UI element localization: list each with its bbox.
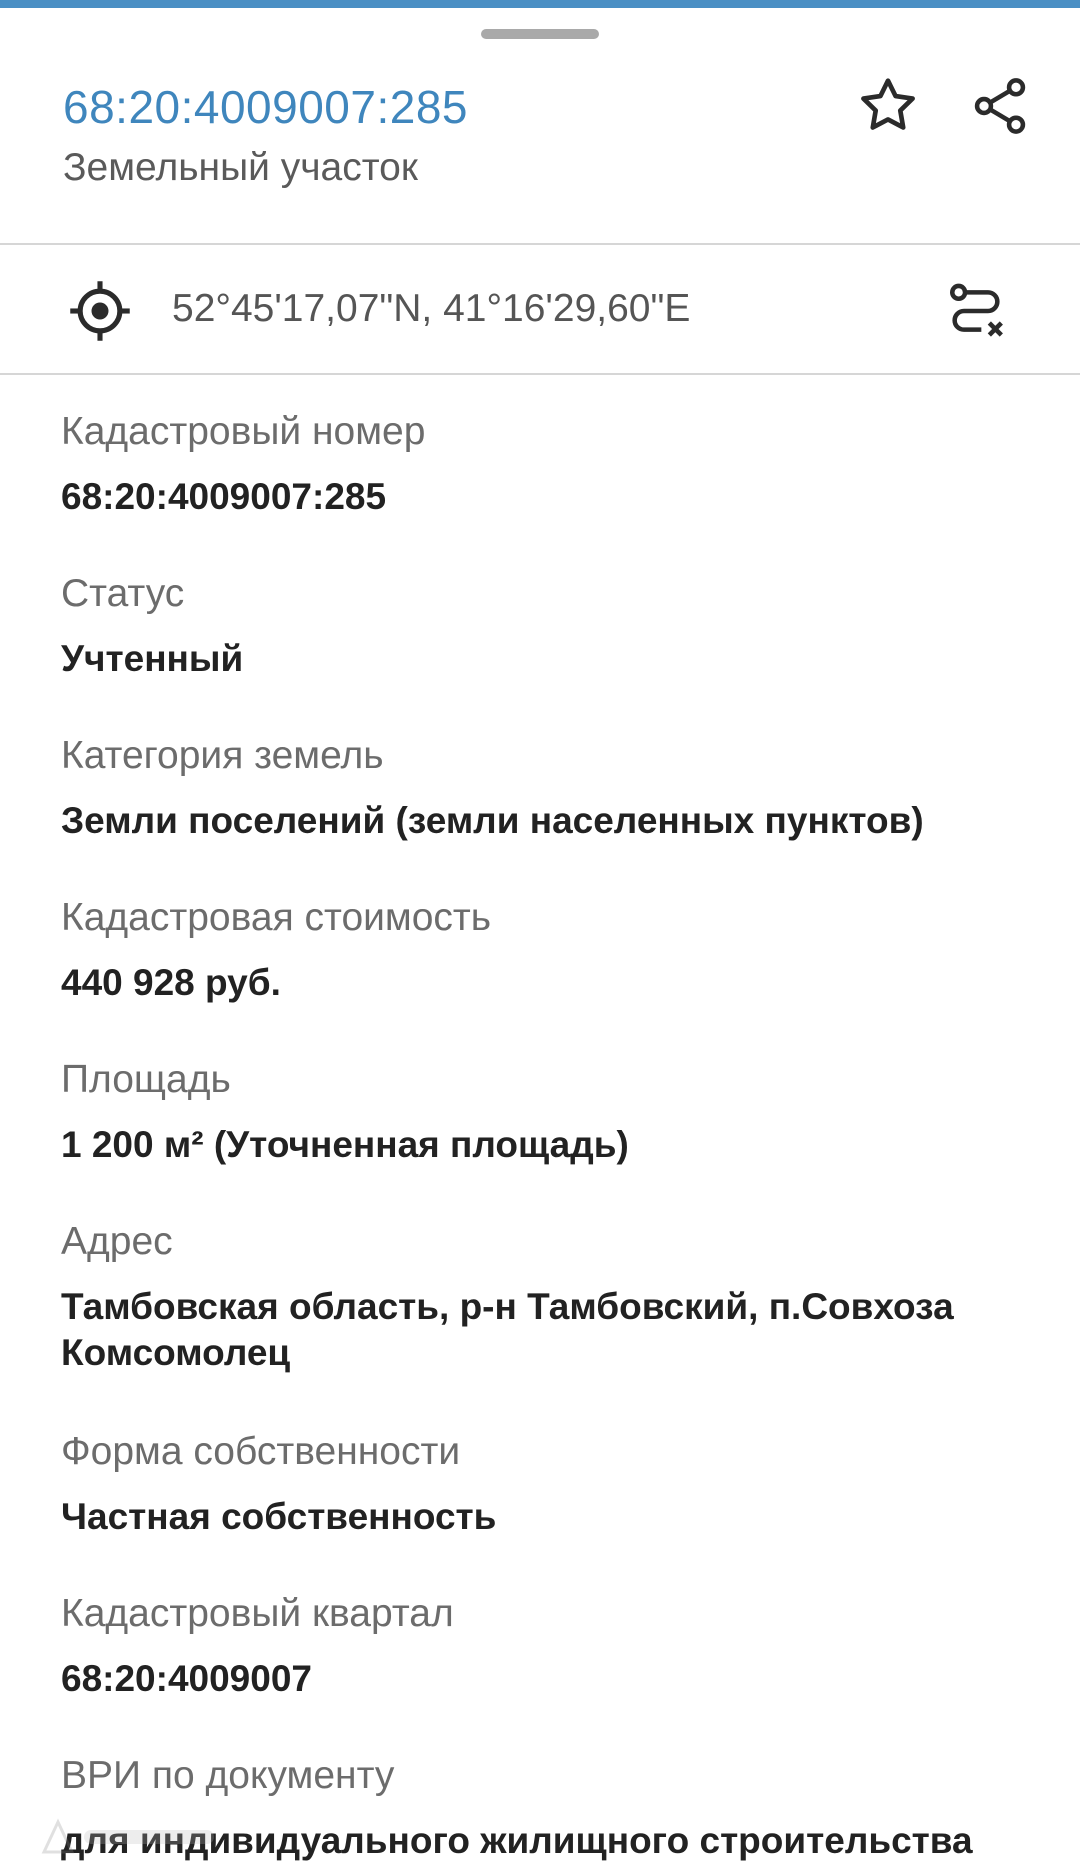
crosshair-icon[interactable] [66,277,134,345]
field-cadastral-value: Кадастровая стоимость 440 928 руб. [61,894,1021,1006]
field-label: ВРИ по документу [61,1754,395,1797]
field-value[interactable]: 68:20:4009007:285 [61,474,1021,520]
field-land-category: Категория земель Земли поселений (земли … [61,732,1021,844]
share-icon [974,78,1026,134]
top-accent-bar [0,0,1080,8]
field-label: Категория земель [61,734,384,777]
field-label: Кадастровый номер [61,410,426,453]
sheet-drag-handle[interactable] [481,29,599,39]
field-status: Статус Учтенный [61,570,1021,682]
field-address: Адрес Тамбовская область, р-н Тамбовский… [61,1218,1006,1376]
field-label: Форма собственности [61,1430,461,1473]
field-cadastral-number: Кадастровый номер 68:20:4009007:285 [61,408,1021,520]
coordinates-row: 52°45'17,07"N, 41°16'29,60"E [0,245,1080,373]
field-label: Статус [61,572,185,615]
field-value[interactable]: Тамбовская область, р-н Тамбовский, п.Со… [61,1284,1006,1376]
field-label: Адрес [61,1220,173,1263]
field-value: Земли поселений (земли населенных пункто… [61,800,924,841]
field-ownership-form: Форма собственности Частная собственност… [61,1428,1021,1540]
watermark-logo [41,1818,214,1854]
favorite-button[interactable] [852,70,924,142]
field-value: Частная собственность [61,1496,497,1537]
field-value: 1 200 м² (Уточненная площадь) [61,1124,629,1165]
field-label: Кадастровая стоимость [61,896,492,939]
object-header: 68:20:4009007:285 Земельный участок [0,40,1080,244]
field-value: 440 928 руб. [61,962,281,1003]
field-value[interactable]: 68:20:4009007 [61,1656,1021,1702]
field-label: Кадастровый квартал [61,1592,454,1635]
route-icon [949,283,1003,337]
field-area: Площадь 1 200 м² (Уточненная площадь) [61,1056,1021,1168]
share-button[interactable] [964,70,1036,142]
coordinates-text[interactable]: 52°45'17,07"N, 41°16'29,60"E [172,287,690,331]
route-button[interactable] [940,275,1012,347]
coordinates-divider [0,373,1080,375]
field-cadastral-quarter: Кадастровый квартал 68:20:4009007 [61,1590,1021,1702]
field-label: Площадь [61,1058,231,1101]
field-value: Учтенный [61,638,244,679]
cadastral-number-title[interactable]: 68:20:4009007:285 [63,80,468,134]
object-type-subtitle: Земельный участок [63,146,418,189]
star-icon [861,78,915,130]
